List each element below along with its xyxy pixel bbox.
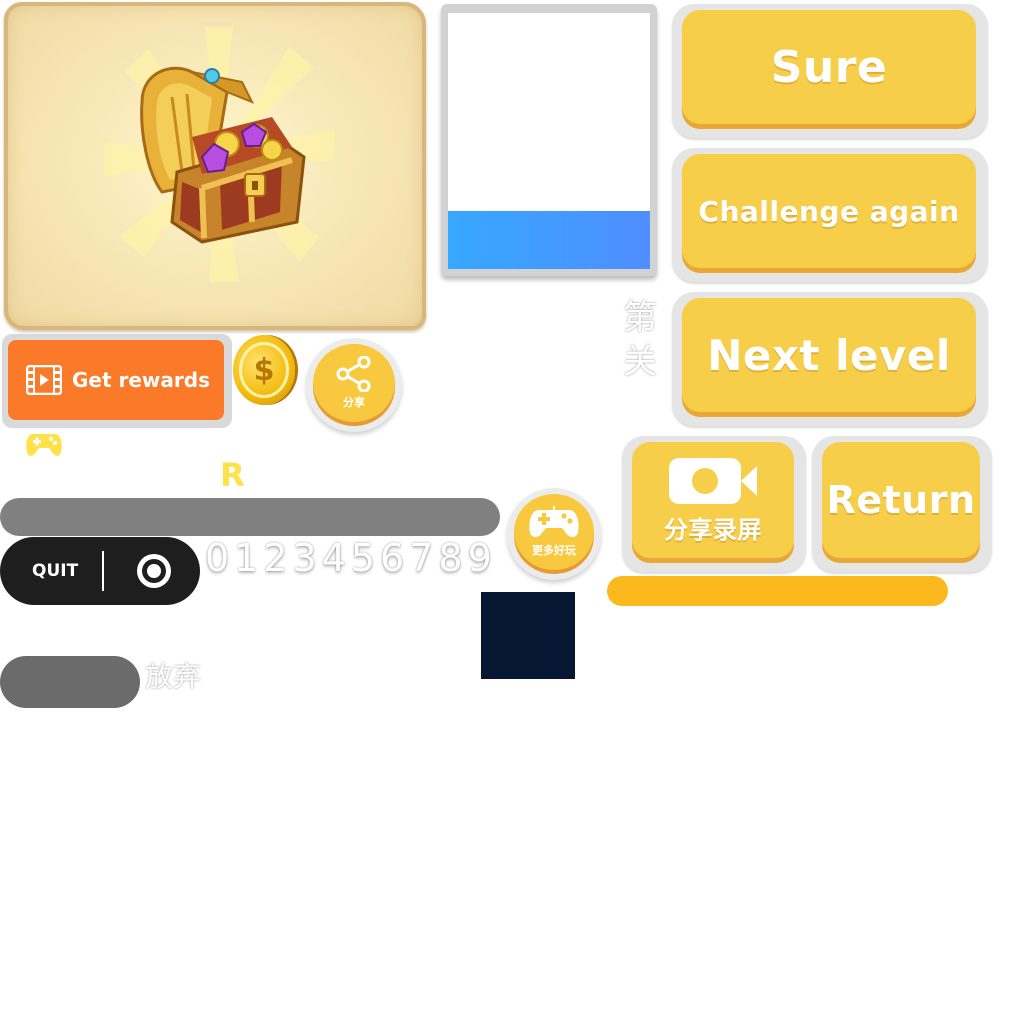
yellow-progress-bar [607, 576, 948, 606]
get-rewards-button[interactable]: Get rewards [2, 334, 232, 428]
coin-dollar-icon: $ [233, 335, 295, 405]
next-level-label: Next level [707, 330, 951, 380]
share-label: 分享 [343, 396, 365, 409]
challenge-again-button[interactable]: Challenge again [672, 148, 988, 282]
return-button[interactable]: Return [812, 436, 992, 572]
blue-progress-bar [448, 211, 650, 269]
share-record-label: 分享录屏 [664, 515, 762, 544]
share-icon [336, 356, 371, 392]
sure-button[interactable]: Sure [672, 4, 988, 138]
treasure-chest-panel [4, 2, 426, 330]
preview-area [448, 13, 650, 269]
gray-bar [0, 498, 500, 536]
challenge-again-label: Challenge again [698, 194, 960, 228]
share-button[interactable]: 分享 [306, 338, 402, 432]
gray-pill [0, 656, 140, 708]
digit-sprites: 0123456789 [205, 536, 497, 580]
video-film-icon [26, 365, 62, 395]
give-up-label: 放弃 [145, 660, 202, 693]
r-letter: R [220, 456, 245, 494]
share-record-button[interactable]: 分享录屏 [622, 436, 806, 572]
preview-frame [441, 4, 657, 276]
gamepad-icon [529, 506, 579, 538]
sure-label: Sure [770, 41, 888, 93]
gamepad-icon [26, 434, 62, 456]
navy-block [481, 592, 575, 679]
get-rewards-label: Get rewards [72, 368, 210, 392]
next-level-button[interactable]: Next level [672, 292, 988, 426]
more-games-button[interactable]: 更多好玩 [507, 488, 601, 580]
target-icon [137, 554, 171, 588]
return-label: Return [826, 478, 976, 522]
more-games-label: 更多好玩 [532, 544, 576, 557]
level-char-1: 第 [623, 298, 657, 338]
quit-label: QUIT [32, 561, 79, 581]
level-label: 第 关 [620, 296, 660, 384]
level-char-2: 关 [623, 342, 657, 382]
divider [102, 551, 104, 591]
treasure-chest-icon [140, 66, 306, 244]
coin-symbol: $ [239, 342, 289, 398]
quit-button[interactable]: QUIT [0, 537, 200, 605]
camera-icon [669, 457, 757, 504]
